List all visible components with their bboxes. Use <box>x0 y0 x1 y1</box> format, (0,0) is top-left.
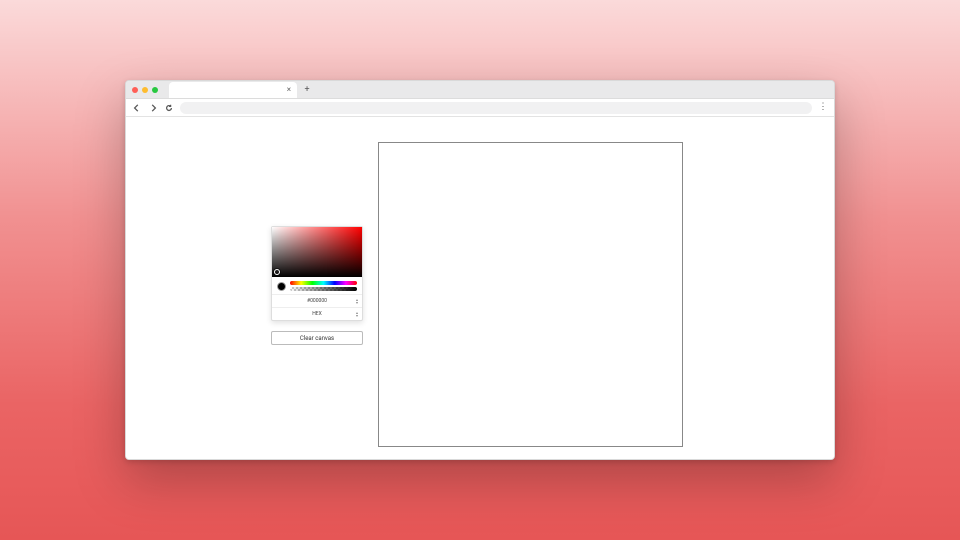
chevron-down-icon: ▾ <box>356 314 358 317</box>
sv-cursor[interactable] <box>274 269 280 275</box>
browser-menu-button[interactable]: ⋮ <box>818 103 828 112</box>
window-traffic-lights <box>132 87 158 93</box>
minimize-window-button[interactable] <box>142 87 148 93</box>
hex-value-field[interactable]: #000000 ▴ ▾ <box>272 294 362 307</box>
maximize-window-button[interactable] <box>152 87 158 93</box>
browser-toolbar: ⋮ <box>126 99 834 117</box>
close-tab-icon[interactable]: × <box>287 85 291 94</box>
drawing-canvas[interactable] <box>378 142 683 447</box>
hex-value-text: #000000 <box>307 298 327 304</box>
tab-strip: × + <box>126 81 834 99</box>
close-window-button[interactable] <box>132 87 138 93</box>
picker-sliders <box>290 281 357 291</box>
back-button[interactable] <box>132 103 142 113</box>
alpha-slider[interactable] <box>290 287 357 291</box>
hue-slider[interactable] <box>290 281 357 285</box>
format-stepper[interactable]: ▴ ▾ <box>356 311 358 317</box>
color-picker: #000000 ▴ ▾ HEX ▴ ▾ <box>271 226 363 321</box>
clear-canvas-button[interactable]: Clear canvas <box>271 331 363 345</box>
browser-window: × + ⋮ <box>125 80 835 460</box>
reload-button[interactable] <box>164 103 174 113</box>
current-color-swatch <box>277 282 286 291</box>
chevron-down-icon: ▾ <box>356 301 358 304</box>
page-content: #000000 ▴ ▾ HEX ▴ ▾ Clear canvas <box>126 117 834 459</box>
browser-tab[interactable]: × <box>169 82 297 98</box>
format-field[interactable]: HEX ▴ ▾ <box>272 307 362 320</box>
picker-sliders-row <box>272 277 362 294</box>
format-label: HEX <box>312 311 322 317</box>
address-bar[interactable] <box>180 102 812 114</box>
new-tab-button[interactable]: + <box>302 85 312 95</box>
saturation-value-field[interactable] <box>272 227 362 277</box>
value-stepper[interactable]: ▴ ▾ <box>356 298 358 304</box>
controls-sidebar: #000000 ▴ ▾ HEX ▴ ▾ Clear canvas <box>271 226 363 345</box>
forward-button[interactable] <box>148 103 158 113</box>
